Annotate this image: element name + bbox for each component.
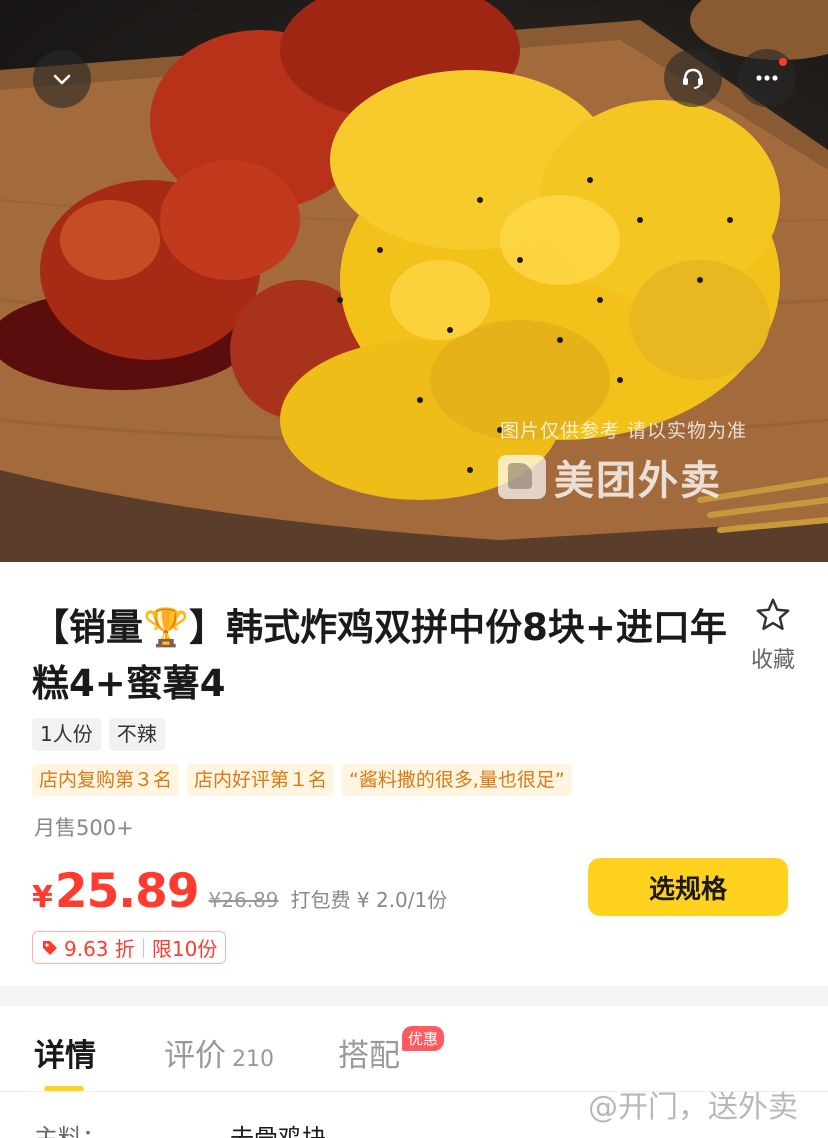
ranking-tags: 店内复购第３名 店内好评第１名 “酱料撒的很多,量也很足” (32, 764, 572, 796)
ingredient-row: 主料： 去骨鸡块 (34, 1118, 326, 1138)
star-icon (756, 598, 790, 631)
packing-fee: 打包费 ¥ 2.0/1份 (290, 888, 448, 912)
detail-tabs: 详情 评价 210 搭配 优惠 (0, 1006, 828, 1092)
customer-service-icon (683, 68, 703, 89)
discount-badge: 9.63 折 限10份 (32, 931, 227, 964)
review-quote: “酱料撒的很多,量也很足” (342, 764, 572, 796)
rank-repurchase: 店内复购第３名 (32, 764, 180, 796)
customer-service-button[interactable] (664, 49, 722, 107)
tab-reviews-label: 评价 (164, 1038, 226, 1074)
promo-badge: 优惠 (402, 1026, 445, 1051)
tab-details[interactable]: 详情 (34, 1030, 96, 1075)
choose-spec-button[interactable]: 选规格 (588, 858, 788, 916)
notification-dot (779, 58, 787, 66)
collapse-button[interactable] (33, 50, 91, 108)
attribute-tags: 1人份 不辣 (32, 718, 165, 751)
more-dots-icon (756, 75, 778, 81)
tab-details-label: 详情 (34, 1038, 96, 1074)
section-divider (0, 986, 828, 1006)
brand-watermark-text: 美团外卖 (554, 458, 722, 504)
discount-rate: 9.63 折 (64, 937, 135, 961)
price-row: ¥ 25.89 ¥26.89 打包费 ¥ 2.0/1份 (32, 864, 447, 919)
product-detail-page: 图片仅供参考 请以实物为准 美团外卖 【销量🏆】韩式炸鸡双拼中份8块+进口年糕4… (0, 0, 828, 1138)
photo-disclaimer: 图片仅供参考 请以实物为准 (500, 420, 748, 442)
product-title: 【销量🏆】韩式炸鸡双拼中份8块+进口年糕4+蜜薯4 (32, 606, 727, 705)
ingredient-label: 主料： (34, 1124, 106, 1138)
tab-reviews[interactable]: 评价 210 (164, 1030, 274, 1075)
ingredient-value: 去骨鸡块 (230, 1124, 326, 1138)
current-price: 25.89 (54, 864, 200, 919)
currency-symbol: ¥ (32, 880, 53, 915)
rank-rating: 店内好评第１名 (187, 764, 335, 796)
discount-separator (142, 937, 144, 958)
tab-combos-label: 搭配 (338, 1038, 400, 1074)
tag-spice: 不辣 (108, 718, 165, 751)
tab-combos[interactable]: 搭配 优惠 (338, 1026, 445, 1075)
brand-watermark: 美团外卖 (498, 448, 722, 506)
chevron-down-icon (53, 74, 71, 85)
more-options-button[interactable] (738, 49, 796, 107)
favorite-button[interactable]: 收藏 (748, 596, 798, 674)
favorite-label: 收藏 (750, 648, 795, 673)
price-tag-icon (43, 940, 57, 955)
corner-watermark: @开门，送外卖 (588, 1090, 798, 1125)
original-price: ¥26.89 (208, 888, 279, 912)
review-count: 210 (232, 1047, 274, 1072)
product-photo: 图片仅供参考 请以实物为准 美团外卖 (0, 0, 828, 562)
monthly-sales: 月售500+ (34, 816, 134, 840)
meituan-logo-icon (498, 455, 546, 499)
active-tab-indicator (44, 1086, 84, 1091)
purchase-limit: 限10份 (151, 937, 218, 961)
tag-portion: 1人份 (32, 718, 101, 751)
